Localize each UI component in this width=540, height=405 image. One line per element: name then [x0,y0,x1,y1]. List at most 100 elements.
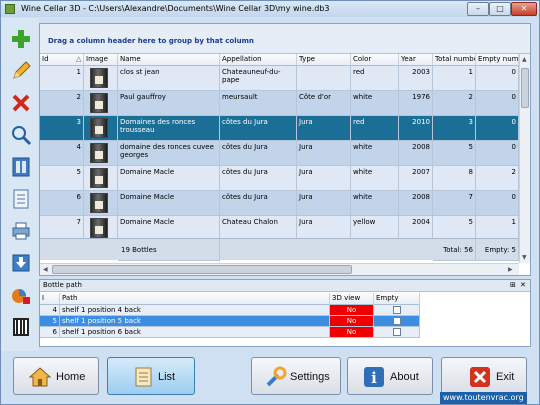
table-row[interactable]: 6 Domaine Macle côtes du Jura Jura white 2008… [40,191,520,216]
close-window-button[interactable]: ✕ [511,2,537,16]
search-icon[interactable] [10,124,32,146]
cell-appellation[interactable]: côtes du Jura [220,166,297,191]
cell-name[interactable]: Domaines des ronces trousseau [118,116,220,141]
edit-pencil-icon[interactable] [10,60,32,82]
cell-type[interactable]: Côte d'or [297,91,351,116]
cell-image[interactable] [84,141,118,166]
bottle-path-row[interactable]: 5 shelf 1 position 5 back No [40,316,420,327]
cell-year[interactable]: 2008 [399,191,433,216]
cell-appellation[interactable]: meursault [220,91,297,116]
cell-appellation[interactable]: côtes du Jura [220,116,297,141]
cell-total[interactable]: 1 [433,66,476,91]
column-header-type[interactable]: Type [297,54,351,66]
cell-total[interactable]: 7 [433,191,476,216]
bp-cell-view[interactable]: No [330,316,374,327]
barcode-icon[interactable] [10,316,32,338]
horizontal-scroll-thumb[interactable] [52,265,352,274]
column-header-empty[interactable]: Empty numb [476,54,519,66]
document-icon[interactable] [10,188,32,210]
cell-id[interactable]: 2 [40,91,84,116]
column-header-appellation[interactable]: Appellation [220,54,297,66]
empty-checkbox[interactable] [393,306,401,314]
table-row[interactable]: 1 clos st jean Chateauneuf-du-pape red 2003 1… [40,66,520,91]
cell-year[interactable]: 1976 [399,91,433,116]
scroll-right-icon[interactable]: ▶ [508,266,513,273]
bp-cell-view[interactable]: No [330,305,374,316]
cell-name[interactable]: domaine des ronces cuvee georges [118,141,220,166]
group-by-panel[interactable]: Drag a column header here to group by th… [40,24,530,54]
settings-button[interactable]: Settings [251,357,341,395]
cell-id[interactable]: 3 [40,116,84,141]
table-row[interactable]: 5 Domaine Macle côtes du Jura Jura white 2007… [40,166,520,191]
cell-year[interactable]: 2003 [399,66,433,91]
horizontal-scrollbar[interactable]: ◀ ▶ [40,263,519,275]
column-header-image[interactable]: Image [84,54,118,66]
bottle-path-row[interactable]: 4 shelf 1 position 4 back No [40,305,420,316]
cell-color[interactable]: red [351,66,399,91]
bp-cell-empty[interactable] [374,327,420,338]
cell-name[interactable]: clos st jean [118,66,220,91]
cell-total[interactable]: 5 [433,141,476,166]
cell-id[interactable]: 5 [40,166,84,191]
print-icon[interactable] [10,220,32,242]
scroll-up-icon[interactable]: ▲ [522,56,527,63]
vertical-scrollbar[interactable]: ▲ ▼ [519,54,530,263]
cell-color[interactable]: white [351,191,399,216]
vertical-scroll-thumb[interactable] [521,68,529,108]
bp-cell-empty[interactable] [374,316,420,327]
cell-id[interactable]: 4 [40,141,84,166]
cell-type[interactable]: Jura [297,191,351,216]
pin-icon[interactable]: ⊞ [510,280,516,291]
cell-type[interactable]: Jura [297,116,351,141]
bp-column-header-path[interactable]: Path [60,293,330,305]
home-button[interactable]: Home [13,357,99,395]
cell-appellation[interactable]: côtes du Jura [220,141,297,166]
bp-cell-i[interactable]: 5 [40,316,60,327]
cell-color[interactable]: white [351,91,399,116]
about-button[interactable]: i About [347,357,433,395]
column-header-year[interactable]: Year [399,54,433,66]
chart-icon[interactable] [10,284,32,306]
bp-cell-path[interactable]: shelf 1 position 4 back [60,305,330,316]
cell-year[interactable]: 2008 [399,141,433,166]
cell-empty[interactable]: 0 [476,191,519,216]
cell-image[interactable] [84,191,118,216]
cell-year[interactable]: 2010 [399,116,433,141]
column-header-color[interactable]: Color [351,54,399,66]
scroll-down-icon[interactable]: ▼ [522,254,527,261]
cell-appellation[interactable]: Chateauneuf-du-pape [220,66,297,91]
cell-empty[interactable]: 0 [476,141,519,166]
exit-button[interactable]: Exit [441,357,527,395]
import-icon[interactable] [10,252,32,274]
column-header-id[interactable]: Id △ [40,54,84,66]
cell-total[interactable]: 3 [433,116,476,141]
empty-checkbox[interactable] [393,328,401,336]
add-icon[interactable] [10,28,32,50]
bp-cell-i[interactable]: 6 [40,327,60,338]
table-row[interactable]: 3 Domaines des ronces trousseau côtes du J… [40,116,520,141]
list-button[interactable]: List [107,357,195,395]
bp-column-header-index[interactable]: I [40,293,60,305]
cell-empty[interactable]: 0 [476,116,519,141]
cell-color[interactable]: white [351,141,399,166]
bp-cell-path[interactable]: shelf 1 position 5 back [60,316,330,327]
cell-empty[interactable]: 0 [476,91,519,116]
cell-color[interactable]: white [351,166,399,191]
cellar-icon[interactable] [10,156,32,178]
bp-cell-view[interactable]: No [330,327,374,338]
column-header-name[interactable]: Name [118,54,220,66]
bp-cell-empty[interactable] [374,305,420,316]
bp-cell-path[interactable]: shelf 1 position 6 back [60,327,330,338]
cell-name[interactable]: Domaine Macle [118,166,220,191]
maximize-button[interactable]: □ [489,2,511,16]
cell-image[interactable] [84,166,118,191]
cell-type[interactable]: Jura [297,166,351,191]
cell-appellation[interactable]: côtes du Jura [220,191,297,216]
column-header-total[interactable]: Total numbe [433,54,476,66]
bp-column-header-3dview[interactable]: 3D view [330,293,374,305]
panel-close-icon[interactable]: ✕ [520,280,526,291]
cell-empty[interactable]: 2 [476,166,519,191]
cell-name[interactable]: Paul gauffroy [118,91,220,116]
bp-cell-i[interactable]: 4 [40,305,60,316]
cell-year[interactable]: 2007 [399,166,433,191]
